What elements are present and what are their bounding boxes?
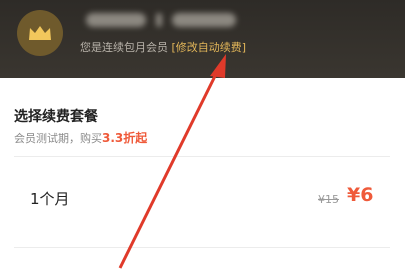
modify-auto-renew-link[interactable]: [修改自动续费] — [172, 41, 247, 54]
trial-promo-text: 会员测试期，购买 — [14, 132, 102, 145]
plan-option-1-month[interactable]: 1个月 ¥15 ¥6 — [0, 160, 405, 238]
crown-icon — [29, 26, 51, 40]
plan-name: 1个月 — [30, 190, 70, 208]
discount-badge: 3.3折起 — [102, 131, 148, 145]
member-status-text: 您是连续包月会员 — [80, 41, 168, 54]
member-status-line: 您是连续包月会员 [修改自动续费] — [80, 39, 246, 55]
original-price: ¥15 — [318, 193, 339, 206]
divider — [14, 247, 390, 248]
username-blurred — [86, 13, 236, 27]
section-title: 选择续费套餐 — [14, 109, 98, 125]
trial-promo-line: 会员测试期，购买3.3折起 — [14, 129, 147, 146]
plan-price: ¥6 — [347, 184, 374, 206]
member-header: 您是连续包月会员 [修改自动续费] — [0, 0, 405, 78]
divider — [14, 156, 390, 157]
avatar[interactable] — [17, 10, 63, 56]
